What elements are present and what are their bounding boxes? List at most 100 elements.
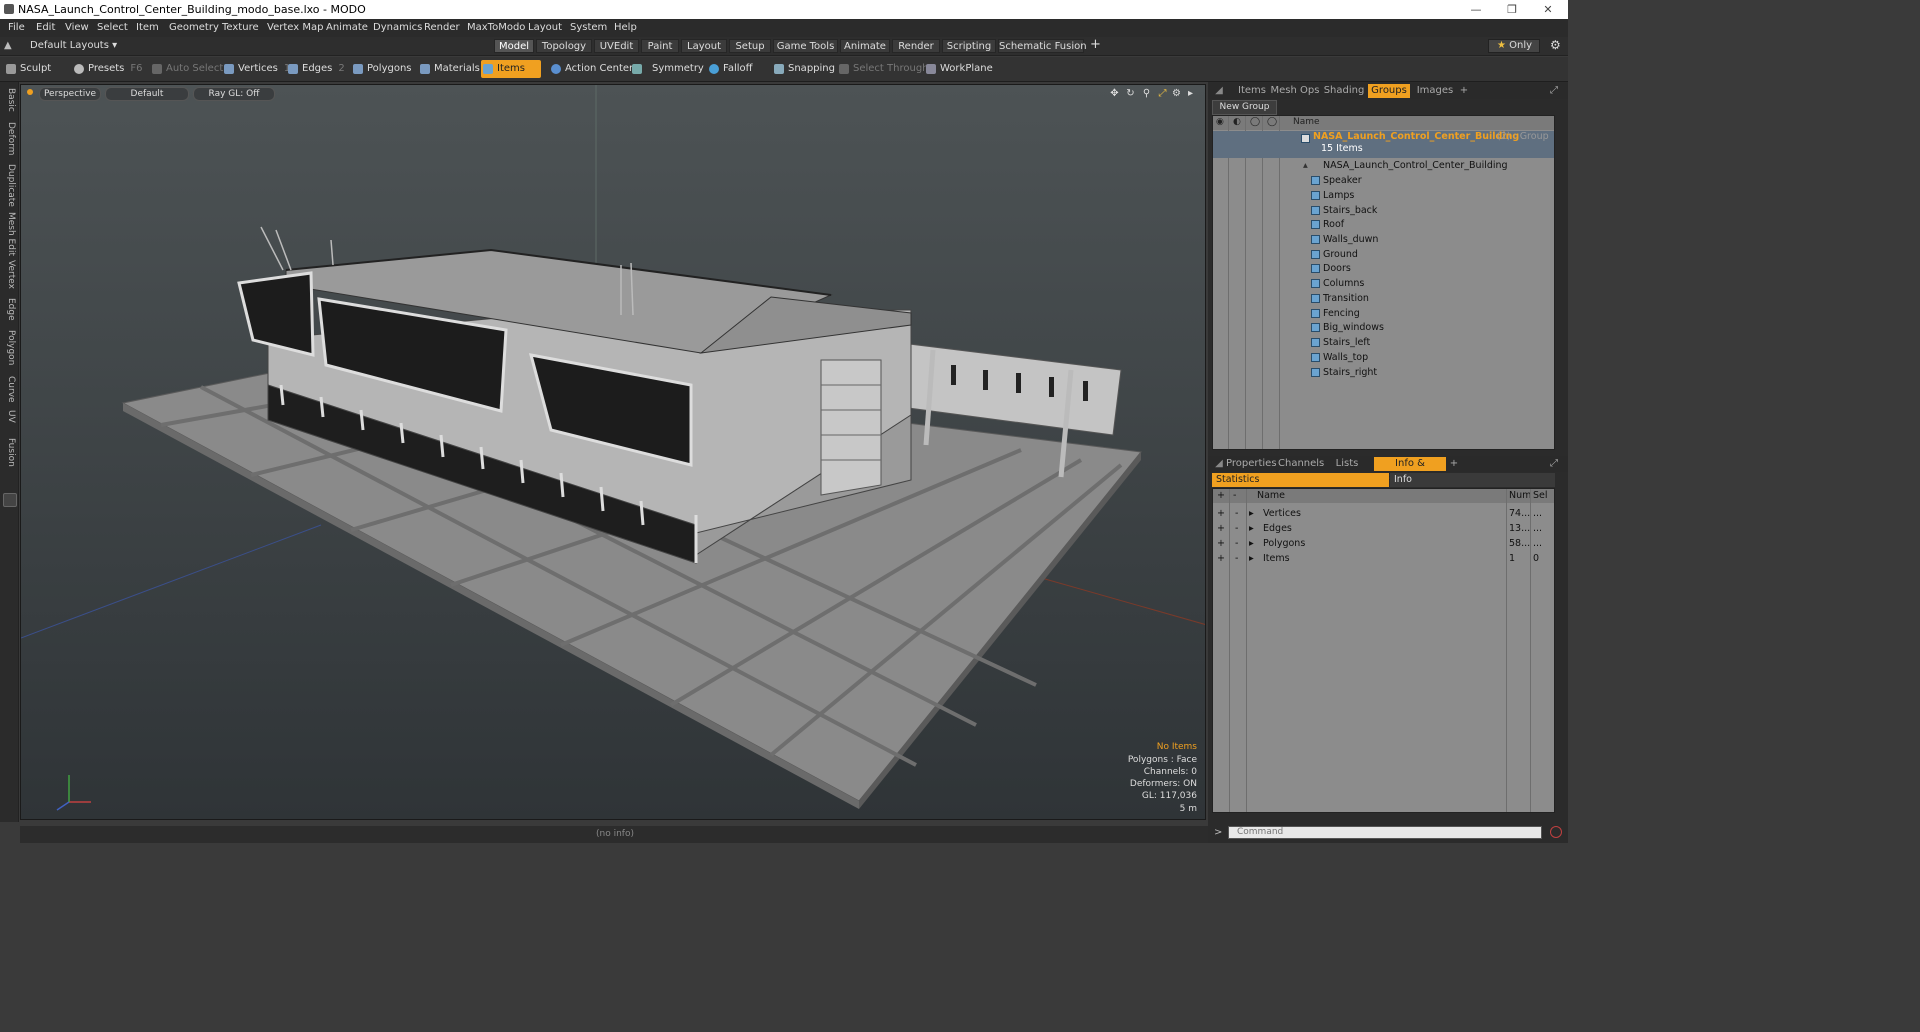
subtab-info[interactable]: Info [1390, 473, 1555, 487]
menu-texture[interactable]: Texture [222, 22, 259, 33]
tab-uvedit[interactable]: UVEdit [594, 39, 639, 53]
tab-render[interactable]: Render [892, 39, 940, 53]
panel-expand-icon[interactable]: ⤢ [1548, 457, 1560, 471]
symmetry-button[interactable]: Symmetry [630, 60, 704, 78]
tab-model[interactable]: Model [494, 39, 534, 53]
add-panel-tab-button[interactable]: + [1458, 84, 1470, 98]
tab-mesh-ops[interactable]: Mesh Ops [1270, 84, 1320, 98]
falloff-button[interactable]: Falloff [707, 60, 767, 78]
remove-icon[interactable]: - [1235, 521, 1238, 536]
add-icon[interactable]: + [1217, 551, 1225, 566]
expand-arrow-icon[interactable]: ▸ [1249, 536, 1254, 551]
sculpt-button[interactable]: Sculpt [4, 60, 64, 78]
tab-polygon[interactable]: Polygon [2, 330, 16, 365]
add-icon[interactable]: + [1217, 506, 1225, 521]
tab-vertex[interactable]: Vertex [2, 260, 16, 289]
menu-select[interactable]: Select [97, 22, 128, 33]
record-icon[interactable] [1550, 826, 1562, 838]
menu-vertex-map[interactable]: Vertex Map [267, 22, 323, 33]
tab-lists[interactable]: Lists [1328, 457, 1366, 471]
tabs-expand-button[interactable] [3, 493, 17, 507]
menu-animate[interactable]: Animate [326, 22, 368, 33]
list-item[interactable]: Stairs_right [1213, 365, 1554, 380]
menu-geometry[interactable]: Geometry [169, 22, 219, 33]
menu-layout[interactable]: Layout [528, 22, 562, 33]
collapse-all-icon[interactable]: - [1233, 489, 1236, 503]
items-mode-button[interactable]: Items [481, 60, 541, 78]
tab-basic[interactable]: Basic [2, 88, 16, 112]
command-input[interactable] [1228, 826, 1542, 839]
tab-images[interactable]: Images [1414, 84, 1456, 98]
maximize-button[interactable]: ❐ [1494, 1, 1530, 18]
edges-mode-button[interactable]: Edges 2 [286, 60, 348, 78]
table-row[interactable]: + - ▸ Edges 13... ... [1213, 521, 1554, 536]
tab-fusion[interactable]: Fusion [2, 438, 16, 467]
tab-mesh-edit[interactable]: Mesh Edit [2, 212, 16, 256]
tab-channels[interactable]: Channels [1278, 457, 1324, 471]
list-item[interactable]: Speaker [1213, 173, 1554, 188]
snapping-button[interactable]: Snapping [772, 60, 835, 78]
tab-paint[interactable]: Paint [641, 39, 679, 53]
tab-info-statistics[interactable]: Info & Statistics [1374, 457, 1446, 483]
select-through-button[interactable]: Select Through [837, 60, 929, 78]
remove-icon[interactable]: - [1235, 506, 1238, 521]
new-group-button[interactable]: New Group [1212, 100, 1277, 115]
menu-system[interactable]: System [570, 22, 607, 33]
polygons-mode-button[interactable]: Polygons [351, 60, 413, 78]
tab-shading[interactable]: Shading [1322, 84, 1366, 98]
list-item[interactable]: Lamps [1213, 188, 1554, 203]
expand-arrow-icon[interactable]: ▸ [1249, 506, 1254, 521]
menu-render[interactable]: Render [424, 22, 460, 33]
presets-button[interactable]: Presets F6 [72, 60, 143, 78]
default-layouts-dropdown[interactable]: Default Layouts ▾ [30, 40, 117, 51]
tab-animate[interactable]: Animate [840, 39, 890, 53]
workplane-button[interactable]: WorkPlane [924, 60, 994, 78]
list-item[interactable]: Stairs_left [1213, 335, 1554, 350]
tab-topology[interactable]: Topology [536, 39, 592, 53]
add-icon[interactable]: + [1217, 521, 1225, 536]
menu-file[interactable]: File [8, 22, 25, 33]
menu-edit[interactable]: Edit [36, 22, 55, 33]
list-item[interactable]: Columns [1213, 276, 1554, 291]
add-panel-tab-button[interactable]: + [1448, 457, 1460, 471]
gear-icon[interactable]: ⚙ [1550, 38, 1561, 52]
num-column-header[interactable]: Num [1509, 489, 1531, 503]
name-column-header[interactable]: Name [1293, 117, 1320, 127]
menu-help[interactable]: Help [614, 22, 637, 33]
minimize-button[interactable]: — [1458, 1, 1494, 18]
add-icon[interactable]: + [1217, 536, 1225, 551]
tab-properties[interactable]: Properties [1226, 457, 1277, 471]
tab-edge[interactable]: Edge [2, 298, 16, 321]
menu-maxtomodo[interactable]: MaxToModo [467, 22, 525, 33]
3d-viewport[interactable]: Perspective Default Ray GL: Off ✥ ↻ ⚲ ⤢ … [20, 84, 1206, 820]
expand-arrow-icon[interactable]: ▸ [1249, 551, 1254, 566]
remove-icon[interactable]: - [1235, 551, 1238, 566]
only-toggle[interactable]: ★ Only [1488, 39, 1540, 53]
action-center-button[interactable]: Action Center [549, 60, 633, 78]
vertices-mode-button[interactable]: Vertices1 [222, 60, 290, 78]
panel-expand-icon[interactable]: ⤢ [1548, 84, 1560, 98]
table-row[interactable]: + - ▸ Vertices 74... ... [1213, 506, 1554, 521]
list-item[interactable]: Doors [1213, 261, 1554, 276]
add-layout-tab-button[interactable]: + [1090, 37, 1101, 52]
list-item[interactable]: Walls_top [1213, 350, 1554, 365]
tab-duplicate[interactable]: Duplicate [2, 164, 16, 207]
tab-setup[interactable]: Setup [729, 39, 771, 53]
list-item[interactable]: Big_windows [1213, 320, 1554, 335]
tab-uv[interactable]: UV [2, 410, 16, 423]
list-item[interactable]: Roof [1213, 217, 1554, 232]
tab-game-tools[interactable]: Game Tools [773, 39, 838, 53]
menu-item[interactable]: Item [136, 22, 159, 33]
expand-arrow-icon[interactable]: ▸ [1249, 521, 1254, 536]
table-row[interactable]: + - ▸ Polygons 58... ... [1213, 536, 1554, 551]
list-item[interactable]: Stairs_back [1213, 203, 1554, 218]
list-item[interactable]: Walls_duwn [1213, 232, 1554, 247]
list-item[interactable]: ▴ NASA_Launch_Control_Center_Building [1213, 158, 1554, 173]
tab-deform[interactable]: Deform [2, 122, 16, 155]
list-item[interactable]: Ground [1213, 247, 1554, 262]
group-row[interactable]: NASA_Launch_Control_Center_Building (2) … [1213, 131, 1554, 158]
list-item[interactable]: Fencing [1213, 306, 1554, 321]
remove-icon[interactable]: - [1235, 536, 1238, 551]
tab-scripting[interactable]: Scripting [942, 39, 996, 53]
close-button[interactable]: ✕ [1530, 1, 1566, 18]
